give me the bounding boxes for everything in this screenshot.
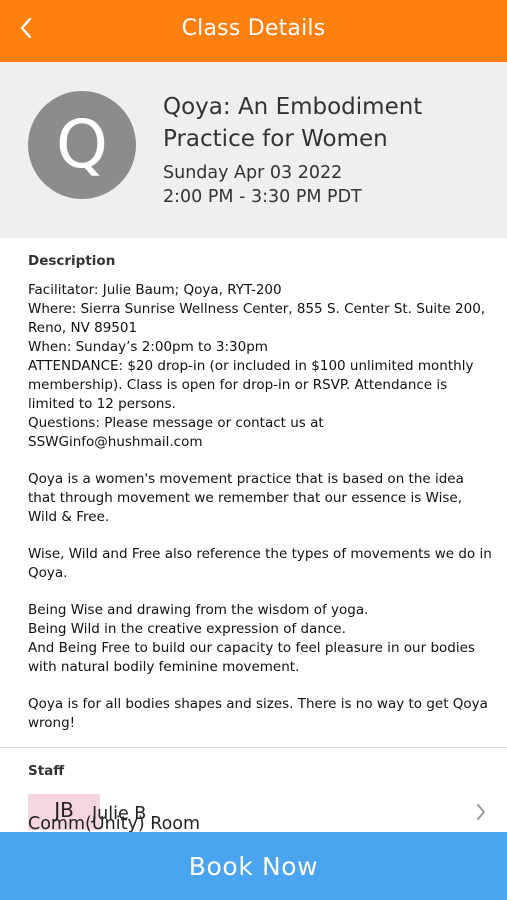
- staff-room: Comm(Unity) Room: [28, 814, 201, 834]
- chevron-right-icon[interactable]: [471, 800, 491, 824]
- description-heading: Description: [28, 253, 116, 269]
- description-line: Facilitator: Julie Baum; Qoya, RYT-200: [28, 282, 282, 298]
- staff-heading: Staff: [28, 763, 65, 779]
- description-paragraph: Qoya is for all bodies shapes and sizes.…: [28, 696, 488, 731]
- description-line: Being Wise and drawing from the wisdom o…: [28, 602, 369, 618]
- class-time: 2:00 PM - 3:30 PM PDT: [163, 187, 362, 207]
- class-date: Sunday Apr 03 2022: [163, 163, 343, 183]
- description-section: Description Facilitator: Julie Baum; Qoy…: [0, 238, 507, 748]
- description-line: Where: Sierra Sunrise Wellness Center, 8…: [28, 301, 486, 336]
- description-paragraph: Wise, Wild and Free also reference the t…: [28, 546, 492, 581]
- class-header-card: Q Qoya: An Embodiment Practice for Women…: [0, 62, 507, 238]
- description-paragraph: Qoya is a women's movement practice that…: [28, 471, 464, 525]
- page-title: Class Details: [181, 16, 326, 41]
- staff-section: Staff JB Julie B Comm(Unity) Room: [0, 748, 507, 834]
- description-line: Being Wild in the creative expression of…: [28, 621, 346, 637]
- class-title: Qoya: An Embodiment Practice for Women: [163, 94, 423, 152]
- description-line: And Being Free to build our capacity to …: [28, 640, 475, 675]
- description-line: ATTENDANCE: $20 drop-in (or included in …: [28, 358, 474, 412]
- description-line: Questions: Please message or contact us …: [28, 415, 324, 450]
- description-body: Facilitator: Julie Baum; Qoya, RYT-200 W…: [28, 281, 493, 733]
- book-now-button[interactable]: Book Now: [0, 832, 507, 900]
- class-avatar: Q: [28, 91, 136, 199]
- description-line: When: Sunday’s 2:00pm to 3:30pm: [28, 339, 268, 355]
- top-bar: Class Details: [0, 0, 507, 62]
